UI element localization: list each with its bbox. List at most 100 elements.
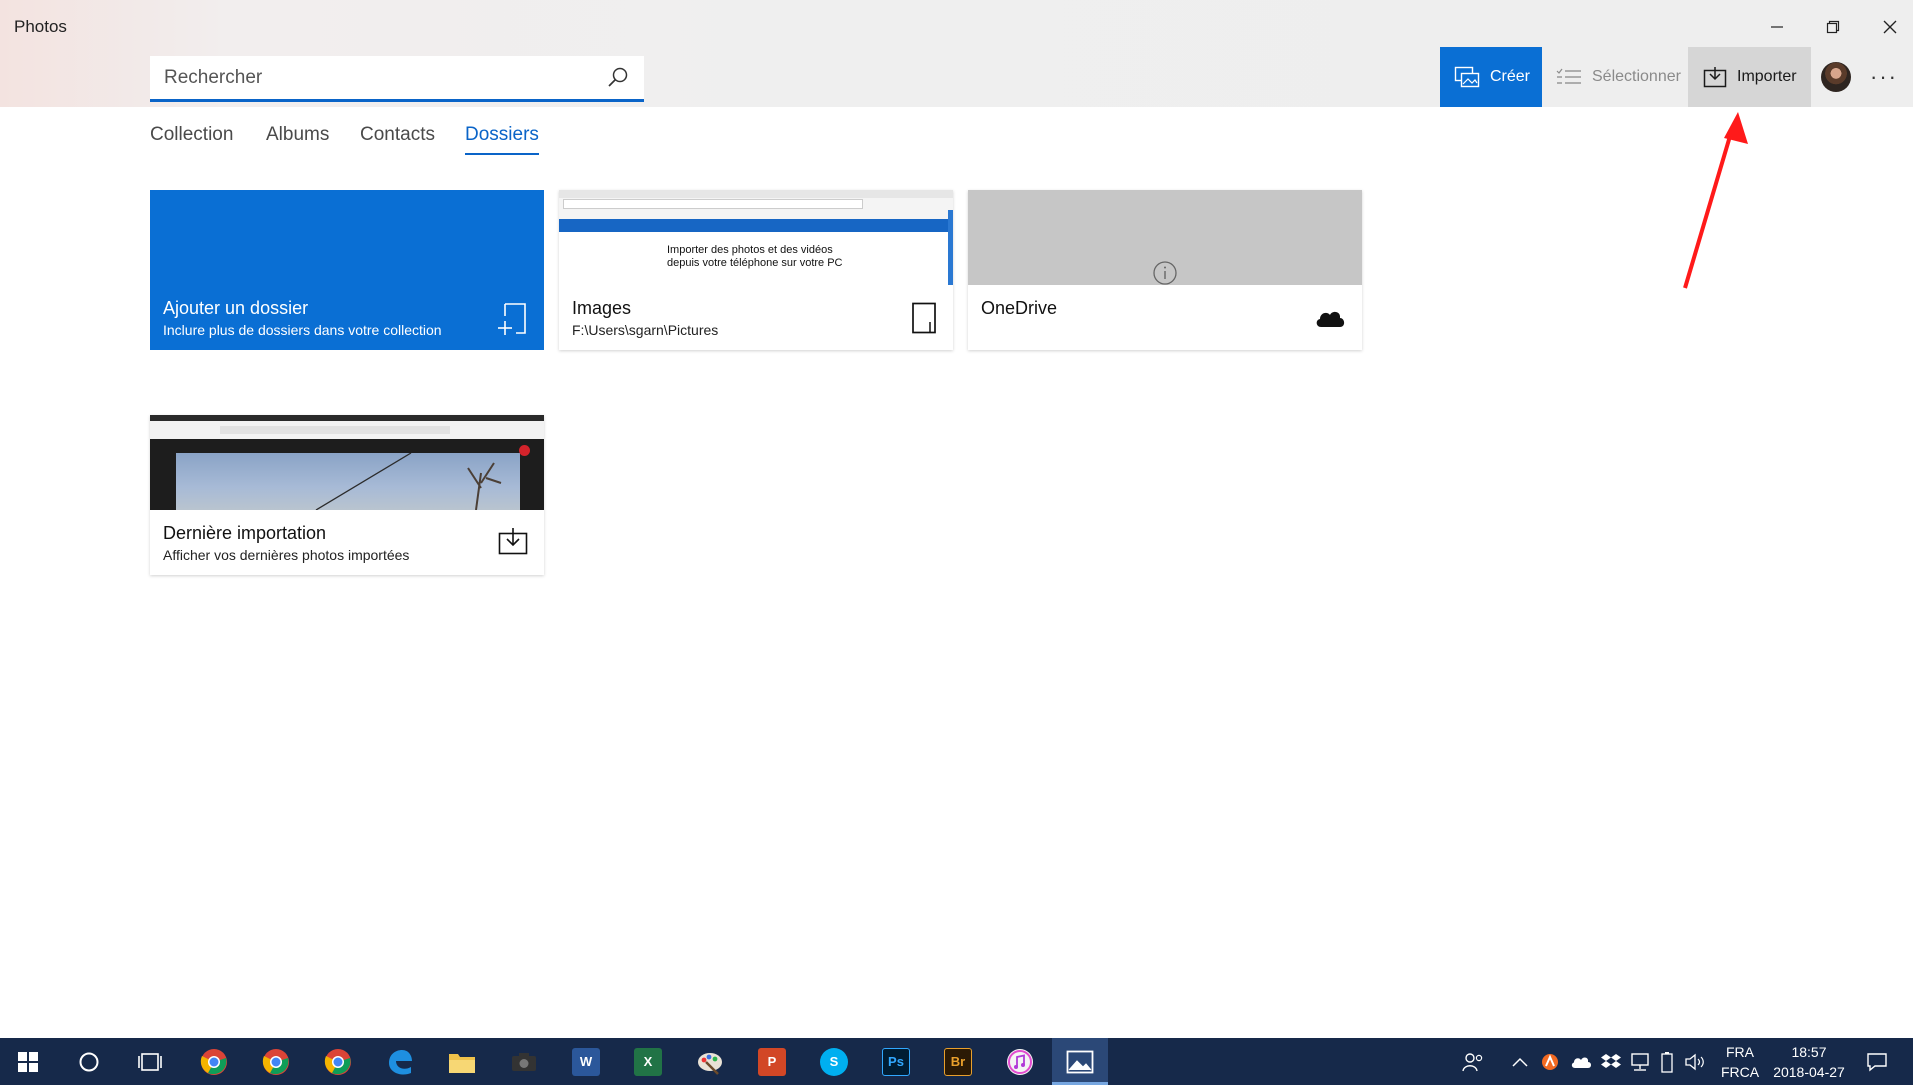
sky-photo: [176, 452, 520, 510]
select-label: Sélectionner: [1592, 68, 1681, 85]
page-scrollbar: [948, 210, 953, 285]
paint-icon: [698, 1052, 722, 1075]
browser-address-bar: [150, 421, 544, 439]
photos-app: Photos Créer Sélectionner Importer: [0, 0, 1913, 1085]
last-import-thumbnail: [150, 415, 544, 510]
tab-contacts[interactable]: Contacts: [360, 124, 435, 146]
edge-icon: [389, 1049, 412, 1075]
search-icon[interactable]: [606, 66, 630, 95]
tile-subtitle: Inclure plus de dossiers dans votre coll…: [163, 322, 442, 338]
add-folder-icon: [496, 302, 528, 341]
thumbnail-heading: Importer des photos et des vidéos depuis…: [667, 244, 843, 269]
input-language[interactable]: FRA FRCA: [1716, 1042, 1764, 1082]
restore-button[interactable]: [1805, 8, 1861, 46]
show-hidden-icons-chevron-icon[interactable]: [1512, 1038, 1528, 1085]
photoshop-icon: Ps: [882, 1047, 910, 1076]
chrome-icon: [324, 1048, 351, 1075]
tile-title: Images: [572, 298, 632, 318]
onedrive-folder-tile[interactable]: OneDrive: [968, 190, 1362, 350]
clock-time: 18:57: [1791, 1044, 1827, 1060]
people-icon[interactable]: [1462, 1038, 1484, 1085]
volume-icon[interactable]: [1684, 1038, 1706, 1085]
onedrive-thumbnail: [968, 190, 1362, 285]
close-button[interactable]: [1862, 8, 1913, 46]
taskbar-chrome-2[interactable]: [248, 1038, 304, 1085]
browser-address-bar: [563, 199, 863, 209]
tile-title: OneDrive: [981, 298, 1058, 318]
action-center-icon[interactable]: [1866, 1038, 1888, 1085]
select-list-icon: [1556, 68, 1581, 84]
taskbar-file-explorer[interactable]: [434, 1038, 490, 1085]
create-button[interactable]: Créer: [1440, 47, 1542, 107]
annotation-arrow: [1660, 108, 1760, 303]
import-icon: [498, 527, 528, 560]
search-input[interactable]: [150, 56, 590, 99]
tile-title: Dernière importation: [163, 523, 327, 543]
taskbar-skype[interactable]: S: [806, 1038, 862, 1085]
import-label: Importer: [1737, 68, 1797, 85]
tile-subtitle: F:\Users\sgarn\Pictures: [572, 322, 719, 338]
account-avatar[interactable]: [1821, 62, 1851, 92]
taskbar-chrome-1[interactable]: [186, 1038, 242, 1085]
taskbar-photoshop[interactable]: Ps: [868, 1038, 924, 1085]
info-icon: [1152, 260, 1178, 285]
network-icon[interactable]: [1629, 1038, 1651, 1085]
cortana-icon: [79, 1052, 99, 1071]
taskbar: W X P S Ps Br FRA FRCA 18:57 2018-04-27: [0, 1038, 1913, 1085]
taskbar-excel[interactable]: X: [620, 1038, 676, 1085]
tab-albums[interactable]: Albums: [266, 124, 329, 146]
taskbar-word[interactable]: W: [558, 1038, 614, 1085]
close-dot-icon: [519, 445, 530, 456]
clock[interactable]: 18:57 2018-04-27: [1764, 1042, 1854, 1082]
taskbar-edge[interactable]: [372, 1038, 428, 1085]
start-button[interactable]: [0, 1038, 56, 1085]
taskbar-photos[interactable]: [1052, 1038, 1108, 1085]
powerpoint-icon: P: [758, 1047, 786, 1076]
chrome-icon: [262, 1048, 289, 1075]
tab-dossiers[interactable]: Dossiers: [465, 124, 539, 155]
device-folder-icon: [911, 302, 937, 339]
start-icon: [18, 1051, 38, 1072]
tile-subtitle: Afficher vos dernières photos importées: [163, 547, 410, 563]
minimize-icon: [1771, 26, 1783, 28]
cortana-button[interactable]: [61, 1038, 117, 1085]
taskbar-powerpoint[interactable]: P: [744, 1038, 800, 1085]
dropbox-icon[interactable]: [1601, 1038, 1621, 1085]
select-button[interactable]: Sélectionner: [1542, 47, 1688, 107]
restore-icon: [1826, 20, 1840, 34]
tab-collection[interactable]: Collection: [150, 124, 233, 146]
chrome-icon: [200, 1048, 227, 1075]
excel-icon: X: [634, 1047, 662, 1076]
page-banner: [559, 219, 948, 232]
import-button[interactable]: Importer: [1688, 47, 1811, 107]
import-icon: [1703, 67, 1727, 88]
task-view-icon: [138, 1052, 162, 1071]
create-label: Créer: [1490, 68, 1531, 85]
taskbar-itunes[interactable]: [992, 1038, 1048, 1085]
taskbar-paint[interactable]: [682, 1038, 738, 1085]
bridge-icon: Br: [944, 1047, 972, 1076]
keyboard-layout: FRCA: [1720, 1064, 1760, 1080]
itunes-icon: [1007, 1048, 1033, 1075]
word-icon: W: [572, 1047, 600, 1076]
last-import-tile[interactable]: Dernière importation Afficher vos derniè…: [150, 415, 544, 575]
browser-tabs-strip: [559, 190, 953, 198]
task-view-button[interactable]: [122, 1038, 178, 1085]
clock-date: 2018-04-27: [1773, 1064, 1845, 1080]
minimize-button[interactable]: [1749, 8, 1805, 46]
taskbar-chrome-3[interactable]: [310, 1038, 366, 1085]
battery-icon[interactable]: [1660, 1038, 1674, 1085]
file-explorer-icon: [449, 1053, 475, 1073]
camera-icon: [512, 1052, 536, 1071]
browser-url: [220, 426, 450, 434]
cloud-icon: [1314, 306, 1346, 333]
more-options-button[interactable]: ···: [1866, 62, 1902, 92]
taskbar-camera[interactable]: [496, 1038, 552, 1085]
taskbar-bridge[interactable]: Br: [930, 1038, 986, 1085]
onedrive-tray-icon[interactable]: [1570, 1038, 1592, 1085]
avast-icon[interactable]: [1540, 1038, 1560, 1085]
add-folder-tile[interactable]: Ajouter un dossier Inclure plus de dossi…: [150, 190, 544, 350]
close-icon: [1883, 20, 1897, 34]
title-bar: Photos Créer Sélectionner Importer: [0, 0, 1913, 107]
images-folder-tile[interactable]: Importer des photos et des vidéos depuis…: [559, 190, 953, 350]
